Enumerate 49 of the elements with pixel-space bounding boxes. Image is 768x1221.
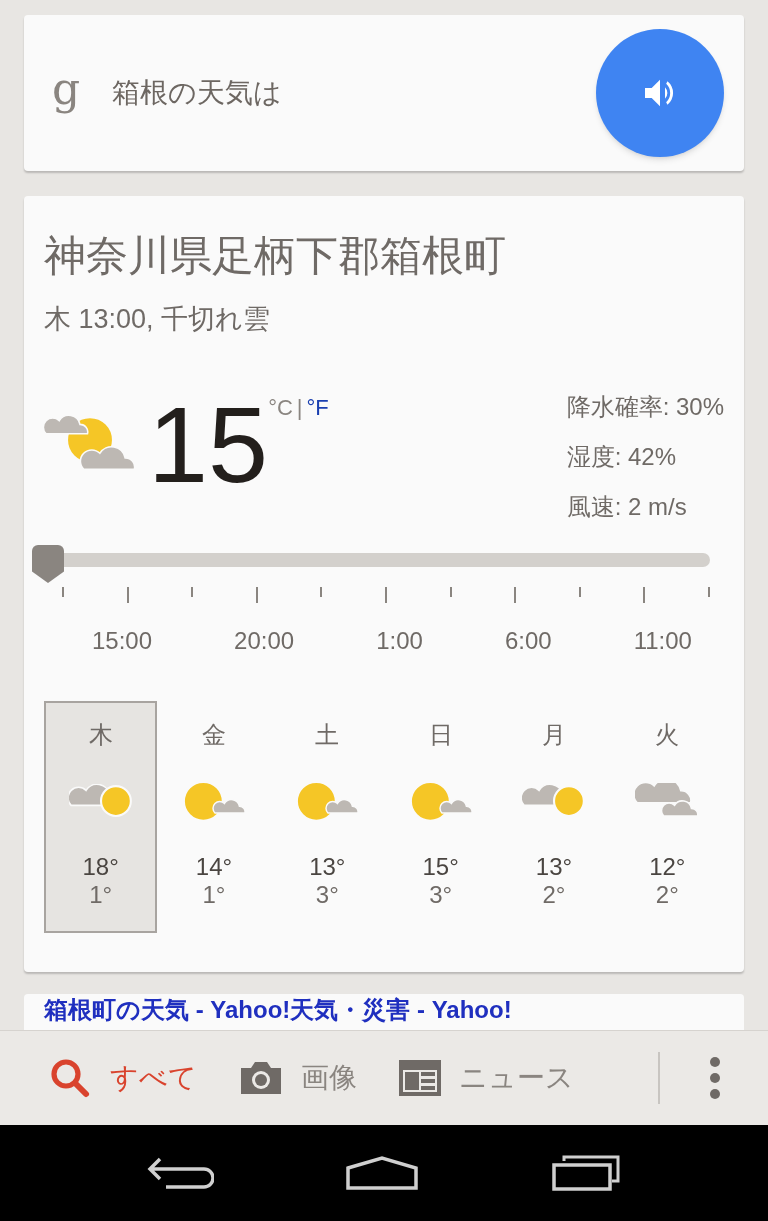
day-label: 土	[315, 720, 340, 750]
newspaper-icon	[397, 1058, 443, 1098]
current-temperature: 15	[148, 391, 269, 507]
unit-separator: |	[296, 394, 303, 422]
weather-stat: 降水確率: 30%	[566, 392, 724, 422]
day-label: 火	[655, 720, 680, 750]
location-title: 神奈川県足柄下郡箱根町	[44, 231, 507, 281]
forecast-day[interactable]: 月 13° 2°	[497, 701, 611, 933]
high-temperature: 18°	[82, 855, 119, 879]
day-label: 木	[88, 720, 113, 750]
unit-toggle[interactable]: °F	[306, 391, 329, 424]
high-temperature: 14°	[195, 855, 233, 879]
forecast-day[interactable]: 土 13° 3°	[270, 701, 384, 933]
weather-stat: 湿度: 42%	[566, 442, 677, 472]
high-temperature: 13°	[309, 855, 346, 879]
recent-apps-icon[interactable]	[550, 1155, 623, 1191]
sun-cloud-icon	[44, 415, 136, 472]
low-temperature: 2°	[655, 883, 679, 907]
forecast-day[interactable]: 金 14° 1°	[157, 701, 271, 933]
weather-icon	[635, 783, 700, 819]
low-temperature: 3°	[315, 883, 339, 907]
day-label: 月	[541, 720, 566, 750]
low-temperature: 3°	[429, 883, 453, 907]
search-query: 箱根の天気は	[112, 76, 284, 110]
day-label: 金	[202, 720, 226, 750]
back-icon[interactable]	[145, 1155, 214, 1191]
timeline-thumb[interactable]	[32, 545, 64, 583]
result-link[interactable]: 箱根町の天気 - Yahoo!天気・災害 - Yahoo!	[44, 996, 512, 1023]
low-temperature: 1°	[202, 883, 226, 907]
low-temperature: 2°	[542, 883, 566, 907]
high-temperature: 12°	[649, 855, 686, 879]
unit-toggle[interactable]: °C	[268, 391, 293, 424]
time-label: 20:00	[234, 626, 295, 656]
time-label: 1:00	[376, 626, 423, 656]
day-label: 日	[428, 720, 453, 750]
home-icon[interactable]	[345, 1156, 419, 1190]
forecast-day[interactable]: 木 18° 1°	[44, 701, 158, 933]
weather-subtitle: 木 13:00, 千切れ雲	[44, 302, 272, 336]
low-temperature: 1°	[89, 883, 113, 907]
bottom-tab[interactable]: すべて	[46, 1054, 197, 1102]
time-label: 6:00	[504, 626, 552, 656]
weather-stat: 風速: 2 m/s	[566, 492, 688, 522]
forecast-day[interactable]: 日 15° 3°	[384, 701, 498, 933]
high-temperature: 15°	[422, 855, 459, 879]
high-temperature: 13°	[535, 855, 573, 879]
weather-icon	[68, 783, 133, 819]
time-label: 15:00	[92, 626, 153, 656]
forecast-day[interactable]: 火 12° 2°	[610, 701, 724, 933]
time-label: 11:00	[633, 626, 692, 656]
